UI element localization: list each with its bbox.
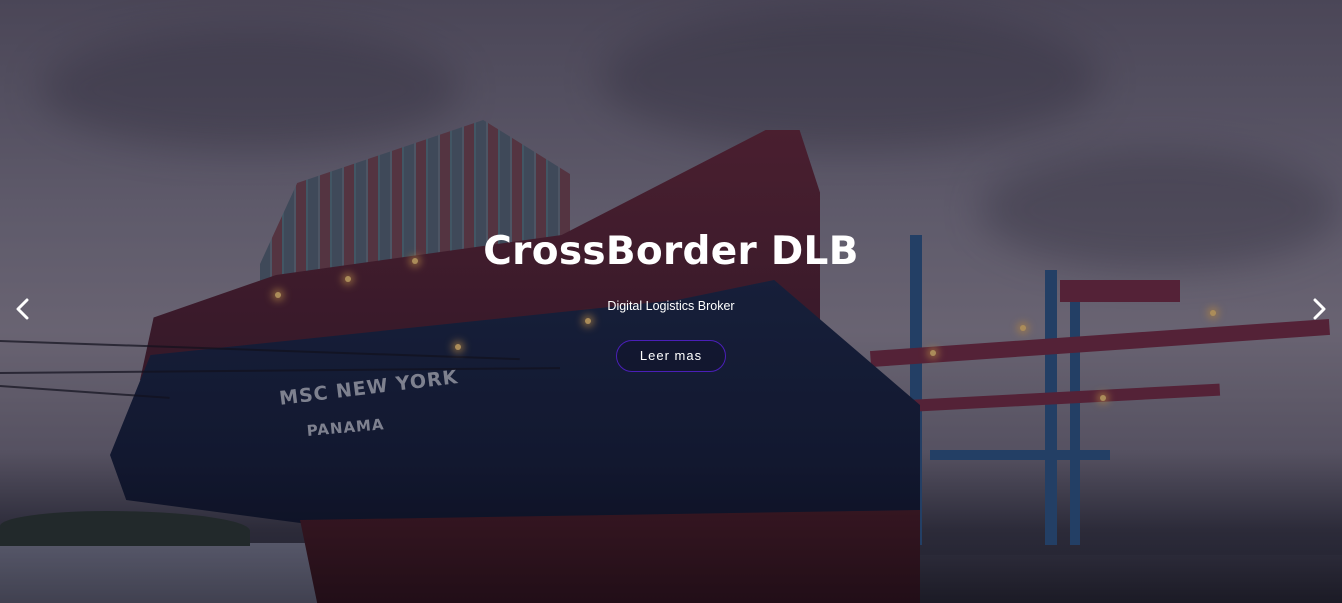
hero-slider: MSC NEW YORK PANAMA CrossBorder DLB Digi… bbox=[0, 0, 1342, 603]
leer-mas-button[interactable]: Leer mas bbox=[616, 340, 726, 372]
slider-prev-button[interactable] bbox=[8, 294, 38, 324]
hero-subtitle: Digital Logistics Broker bbox=[607, 299, 735, 313]
hero-content: CrossBorder DLB Digital Logistics Broker… bbox=[0, 226, 1342, 372]
chevron-left-icon bbox=[16, 298, 29, 320]
chevron-right-icon bbox=[1313, 298, 1326, 320]
slider-next-button[interactable] bbox=[1304, 294, 1334, 324]
hero-title: CrossBorder DLB bbox=[483, 229, 859, 274]
